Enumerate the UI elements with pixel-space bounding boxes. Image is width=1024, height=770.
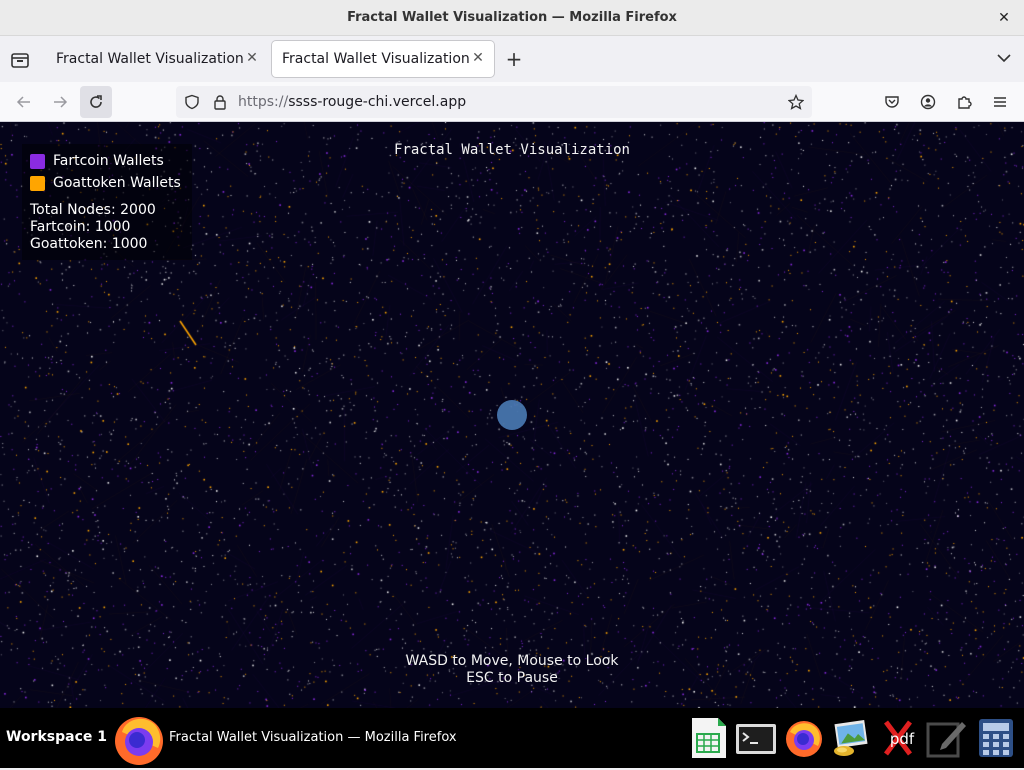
extensions-button[interactable] <box>948 86 980 118</box>
hamburger-menu-icon <box>994 97 1006 107</box>
text-editor-icon <box>926 722 966 758</box>
firefox-icon <box>786 721 822 757</box>
controls-hint-move: WASD to Move, Mouse to Look <box>405 653 619 669</box>
taskbar-firefox-button[interactable] <box>112 712 166 766</box>
stat-goattoken: Goattoken: 1000 <box>30 236 148 252</box>
window-close-button[interactable]: ✕ <box>994 8 1014 28</box>
pocket-button[interactable] <box>876 86 908 118</box>
puzzle-icon <box>958 96 972 109</box>
tab-1[interactable]: Fractal Wallet Visualization ✕ <box>46 41 268 77</box>
spreadsheet-launcher[interactable] <box>688 718 728 758</box>
bookmark-star-icon[interactable] <box>788 94 804 110</box>
taskbar: Workspace 1 Fractal Wallet Visualization… <box>0 708 1024 768</box>
tab-label: Fractal Wallet Visualization <box>282 51 470 67</box>
calculator-launcher[interactable] <box>976 718 1016 758</box>
new-tab-button[interactable]: + <box>504 49 524 69</box>
address-bar[interactable]: https://ssss-rouge-chi.vercel.app <box>176 86 812 118</box>
goattoken-swatch <box>30 176 45 191</box>
image-viewer-launcher[interactable] <box>830 718 870 758</box>
tab-close-icon[interactable]: ✕ <box>470 50 486 66</box>
workspace-label[interactable]: Workspace 1 <box>6 729 107 745</box>
legend-label: Goattoken Wallets <box>53 175 181 191</box>
tab-2-active[interactable]: Fractal Wallet Visualization ✕ <box>272 41 494 77</box>
tab-bar: Fractal Wallet Visualization ✕ Fractal W… <box>0 36 1024 82</box>
pdf-viewer-launcher[interactable]: pdf <box>880 718 920 758</box>
reload-button[interactable] <box>80 86 112 118</box>
arrow-left-icon <box>16 96 30 108</box>
app-menu-button[interactable] <box>984 86 1016 118</box>
firefox-view-button[interactable] <box>8 48 32 72</box>
tab-label: Fractal Wallet Visualization <box>56 51 244 67</box>
window-titlebar: Fractal Wallet Visualization — Mozilla F… <box>0 0 1024 36</box>
terminal-launcher[interactable] <box>736 718 776 758</box>
account-icon <box>920 94 936 110</box>
pdf-icon: pdf <box>884 720 915 756</box>
chevron-down-icon <box>997 54 1011 63</box>
text-editor-launcher[interactable] <box>926 718 966 758</box>
fartcoin-swatch <box>30 154 45 169</box>
url-protocol: https:// <box>238 94 289 110</box>
terminal-icon <box>736 724 776 754</box>
shield-icon[interactable] <box>184 94 200 110</box>
url-text: https://ssss-rouge-chi.vercel.app <box>238 94 466 110</box>
pocket-icon <box>885 96 899 108</box>
controls-hint-pause: ESC to Pause <box>466 670 558 686</box>
arrow-right-icon <box>54 96 68 108</box>
reload-icon <box>90 95 102 108</box>
legend-label: Fartcoin Wallets <box>53 153 164 169</box>
tab-close-icon[interactable]: ✕ <box>244 50 260 66</box>
taskbar-active-window-title[interactable]: Fractal Wallet Visualization — Mozilla F… <box>169 730 457 745</box>
forward-button[interactable] <box>44 86 76 118</box>
camera-center-orb <box>497 400 527 430</box>
firefox-launcher[interactable] <box>784 718 824 758</box>
navigation-toolbar: https://ssss-rouge-chi.vercel.app <box>0 82 1024 122</box>
spreadsheet-icon <box>692 718 726 758</box>
stat-fartcoin: Fartcoin: 1000 <box>30 219 131 235</box>
page-viewport[interactable]: Fractal Wallet Visualization Fartcoin Wa… <box>0 122 1024 708</box>
image-viewer-icon <box>834 720 868 756</box>
firefox-view-icon <box>11 53 29 68</box>
stat-total-nodes: Total Nodes: 2000 <box>30 202 156 218</box>
pdf-icon-label: pdf <box>890 730 915 748</box>
account-button[interactable] <box>912 86 944 118</box>
calculator-icon <box>979 719 1013 757</box>
firefox-icon <box>115 717 163 765</box>
legend-panel: Fartcoin Wallets Goattoken Wallets Total… <box>22 144 192 260</box>
list-all-tabs-button[interactable] <box>996 50 1012 66</box>
url-host: ssss-rouge-chi.vercel.app <box>288 94 467 110</box>
lock-icon[interactable] <box>212 94 228 110</box>
back-button[interactable] <box>8 86 40 118</box>
window-title: Fractal Wallet Visualization — Mozilla F… <box>347 10 677 25</box>
